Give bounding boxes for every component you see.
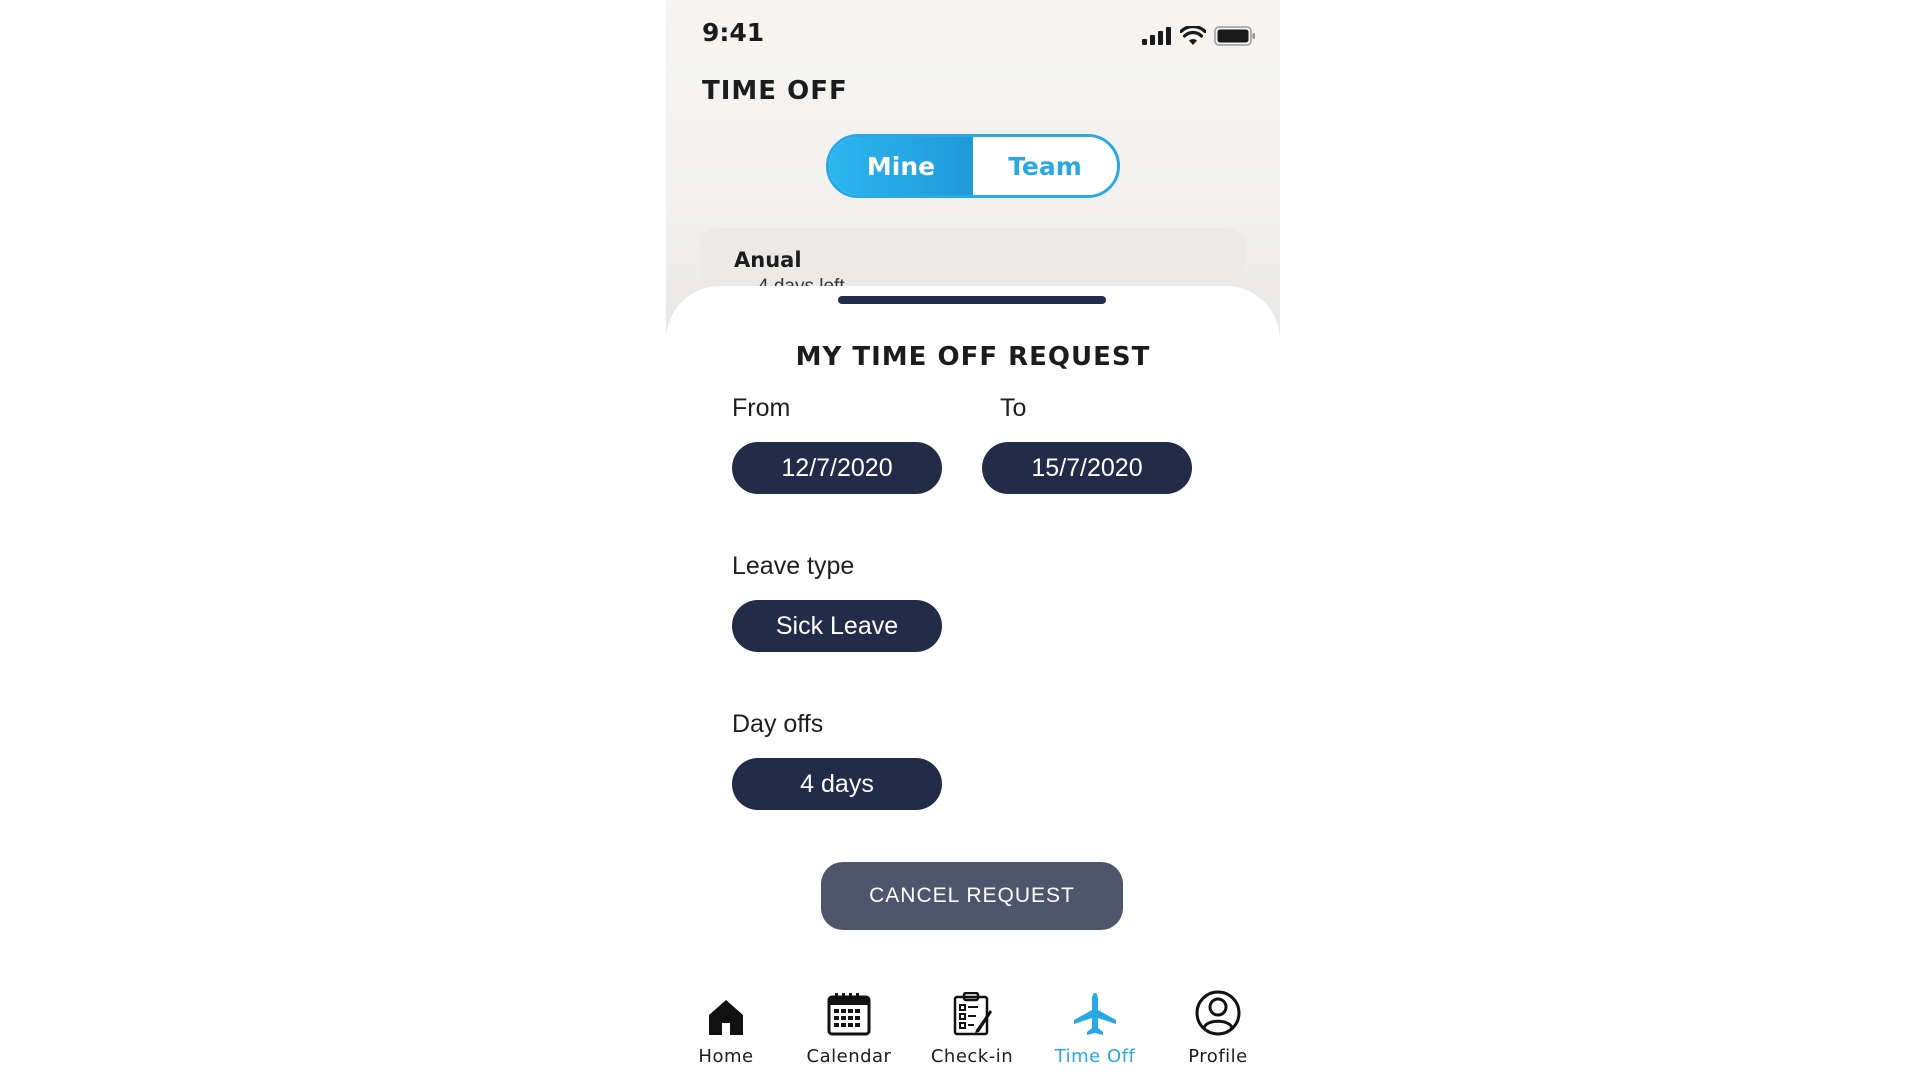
- checklist-icon: [953, 992, 992, 1036]
- balance-title: Anual: [734, 248, 802, 272]
- from-date-pill[interactable]: 12/7/2020: [732, 442, 942, 494]
- status-icons: [1142, 26, 1256, 46]
- bottom-tab-bar: Home Calendar Check-in Time Off Profile: [666, 986, 1280, 1080]
- tab-calendar[interactable]: Calendar: [794, 986, 904, 1067]
- phone-screen: 9:41 TIME OFF Mine Team Anual 4 days lef…: [666, 0, 1280, 1080]
- home-icon: [709, 1000, 743, 1035]
- segment-team[interactable]: Team: [973, 137, 1117, 195]
- time-off-request-sheet: MY TIME OFF REQUEST From To 12/7/2020 15…: [666, 286, 1280, 1080]
- cancel-request-button[interactable]: CANCEL REQUEST: [821, 862, 1123, 930]
- sheet-handle[interactable]: [838, 296, 1106, 304]
- to-date-pill[interactable]: 15/7/2020: [982, 442, 1192, 494]
- signal-icon: [1142, 27, 1171, 45]
- calendar-icon: [827, 993, 871, 1036]
- leave-type-pill[interactable]: Sick Leave: [732, 600, 942, 652]
- leave-type-label: Leave type: [732, 552, 855, 580]
- day-offs-label: Day offs: [732, 710, 824, 738]
- sheet-title: MY TIME OFF REQUEST: [795, 342, 1151, 372]
- tab-home[interactable]: Home: [671, 986, 781, 1067]
- airplane-icon: [1074, 993, 1116, 1035]
- tab-time-off[interactable]: Time Off: [1040, 986, 1150, 1067]
- tab-profile[interactable]: Profile: [1163, 986, 1273, 1067]
- from-label: From: [732, 394, 791, 422]
- tab-check-in-label: Check-in: [930, 1046, 1014, 1067]
- tab-calendar-label: Calendar: [806, 1046, 892, 1067]
- screen-title: TIME OFF: [702, 76, 848, 106]
- profile-icon: [1195, 990, 1241, 1036]
- tab-time-off-label: Time Off: [1054, 1046, 1136, 1067]
- to-label: To: [1000, 394, 1027, 422]
- segment-mine[interactable]: Mine: [829, 137, 973, 195]
- wifi-icon: [1180, 26, 1206, 45]
- tab-home-label: Home: [698, 1046, 754, 1067]
- tab-check-in[interactable]: Check-in: [917, 986, 1027, 1067]
- day-offs-pill[interactable]: 4 days: [732, 758, 942, 810]
- tab-profile-label: Profile: [1188, 1046, 1248, 1067]
- status-time: 9:41: [702, 18, 765, 47]
- mine-team-toggle[interactable]: Mine Team: [826, 134, 1120, 198]
- battery-icon: [1214, 26, 1255, 46]
